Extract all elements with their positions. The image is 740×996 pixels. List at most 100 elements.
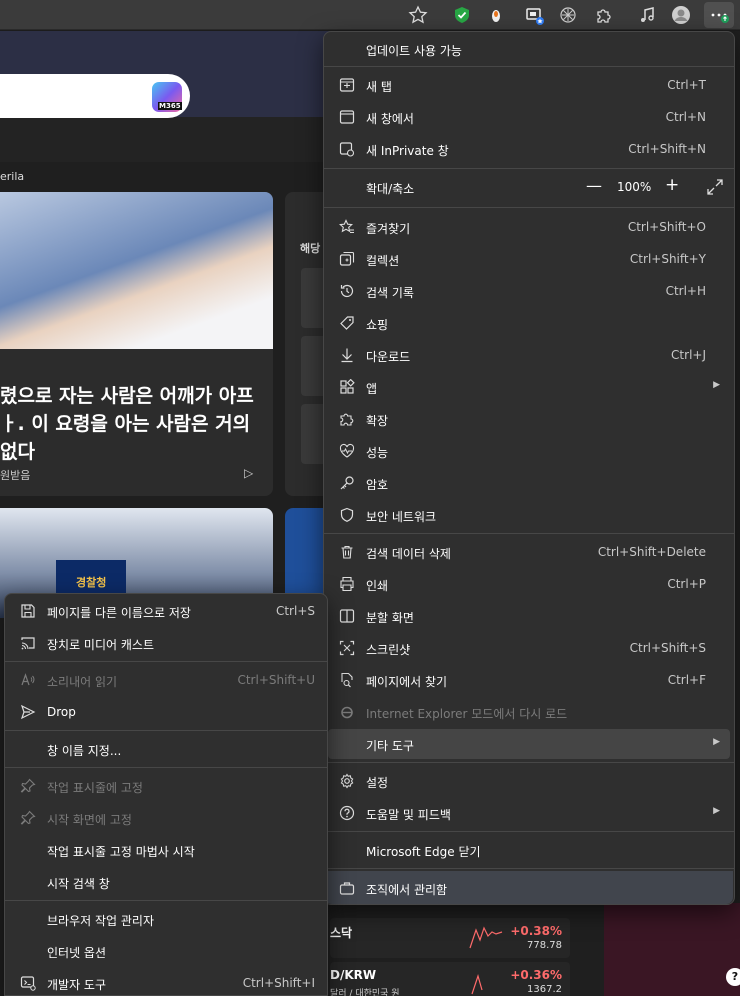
menu-label: 즐겨찾기 <box>366 222 411 236</box>
menu-label: 확장 <box>366 414 389 428</box>
menu-label: Internet Explorer 모드에서 다시 로드 <box>366 707 568 721</box>
side-card-item[interactable] <box>301 404 325 464</box>
menu-label: 암호 <box>366 478 389 492</box>
menu-item-managed[interactable]: 조직에서 관리함 <box>325 871 733 904</box>
screen-share-extension-icon[interactable] <box>522 3 546 27</box>
menu-item-secure-network[interactable]: 보안 네트워크 <box>328 500 730 530</box>
atom-extension-icon[interactable] <box>556 3 580 27</box>
menu-label: 다운로드 <box>366 350 411 364</box>
submenu-item-task-manager[interactable]: 브라우저 작업 관리자 <box>9 904 323 934</box>
menu-separator <box>324 831 734 832</box>
play-icon[interactable]: ▷ <box>244 466 253 480</box>
menu-item-print[interactable]: 인쇄 Ctrl+P <box>328 569 730 599</box>
menu-label: 창 이름 지정... <box>47 744 122 758</box>
submenu-item-read-aloud[interactable]: 소리내어 읽기 Ctrl+Shift+U <box>9 665 323 695</box>
menu-item-new-tab[interactable]: 새 탭 Ctrl+T <box>328 70 730 100</box>
profile-icon[interactable] <box>669 3 693 27</box>
menu-item-split-screen[interactable]: 분할 화면 <box>328 601 730 631</box>
submenu-item-drop[interactable]: Drop <box>9 697 323 727</box>
ie-logo-icon <box>338 703 356 721</box>
menu-item-settings[interactable]: 설정 <box>328 766 730 796</box>
shield-extension-icon[interactable] <box>450 3 474 27</box>
menu-item-history[interactable]: 검색 기록 Ctrl+H <box>328 276 730 306</box>
browser-toolbar <box>0 0 740 30</box>
submenu-item-pin-wizard[interactable]: 작업 표시줄 고정 마법사 시작 <box>9 835 323 865</box>
save-icon <box>19 602 37 620</box>
menu-separator <box>324 168 734 169</box>
stock-row[interactable]: 스닥 +0.38% 778.78 <box>330 918 570 958</box>
menu-label: Drop <box>47 705 76 719</box>
police-badge-text: 경찰청 <box>76 576 107 589</box>
help-icon[interactable]: ? <box>726 968 740 986</box>
menu-item-new-window[interactable]: 새 창에서 Ctrl+N <box>328 102 730 132</box>
screenshot-icon <box>338 639 356 657</box>
menu-item-close-edge[interactable]: Microsoft Edge 닫기 <box>328 835 730 865</box>
puzzle-icon[interactable] <box>592 3 616 27</box>
menu-label: 분할 화면 <box>366 611 414 625</box>
menu-label: 장치로 미디어 캐스트 <box>47 638 154 652</box>
menu-item-collections[interactable]: 컬렉션 Ctrl+Shift+Y <box>328 244 730 274</box>
submenu-item-start-search[interactable]: 시작 검색 창 <box>9 867 323 897</box>
hero-lower <box>0 117 330 162</box>
menu-shortcut: Ctrl+Shift+N <box>628 142 706 156</box>
menu-label: 검색 데이터 삭제 <box>366 547 451 561</box>
menu-separator <box>324 533 734 534</box>
split-screen-icon <box>338 607 356 625</box>
fullscreen-icon[interactable] <box>706 178 724 196</box>
stock-change: +0.38% <box>510 924 562 938</box>
submenu-item-pin-start[interactable]: 시작 화면에 고정 <box>9 803 323 833</box>
menu-item-find[interactable]: 페이지에서 찾기 Ctrl+F <box>328 665 730 695</box>
menu-label: 새 InPrivate 창 <box>366 144 449 158</box>
right-banner <box>604 903 740 996</box>
submenu-item-pin-taskbar[interactable]: 작업 표시줄에 고정 <box>9 771 323 801</box>
zoom-out-button[interactable]: — <box>586 176 602 195</box>
zoom-in-button[interactable]: + <box>665 175 679 195</box>
submenu-item-cast[interactable]: 장치로 미디어 캐스트 <box>9 628 323 658</box>
stock-row[interactable]: D/KRW 달러 / 대한민국 원 +0.36% 1367.2 <box>330 962 570 996</box>
side-card-item[interactable] <box>301 336 325 396</box>
submenu-item-save-as[interactable]: 페이지를 다른 이름으로 저장 Ctrl+S <box>9 596 323 626</box>
menu-item-performance[interactable]: 성능 <box>328 436 730 466</box>
menu-item-new-inprivate[interactable]: 새 InPrivate 창 Ctrl+Shift+N <box>328 134 730 164</box>
menu-item-shopping[interactable]: 쇼핑 <box>328 308 730 338</box>
key-icon <box>338 474 356 492</box>
menu-shortcut: Ctrl+Shift+S <box>629 641 706 655</box>
cat-extension-icon[interactable] <box>484 3 508 27</box>
submenu-item-internet-options[interactable]: 인터넷 옵션 <box>9 936 323 966</box>
menu-item-apps[interactable]: 앱 ▶ <box>328 372 730 402</box>
more-icon[interactable] <box>704 2 734 28</box>
pin-icon <box>19 809 37 827</box>
menu-label: 기타 도구 <box>366 739 414 753</box>
menu-item-passwords[interactable]: 암호 <box>328 468 730 498</box>
menu-item-help[interactable]: 도움말 및 피드백 ▶ <box>328 798 730 828</box>
trash-icon <box>338 543 356 561</box>
copilot-m365-icon[interactable]: M365 <box>152 82 182 112</box>
collections-icon <box>338 250 356 268</box>
menu-item-downloads[interactable]: 다운로드 Ctrl+J <box>328 340 730 370</box>
news-card-image <box>0 192 273 349</box>
menu-item-screenshot[interactable]: 스크린샷 Ctrl+Shift+S <box>328 633 730 663</box>
star-outline-icon[interactable] <box>406 3 430 27</box>
update-available-item[interactable]: 업데이트 사용 가능 <box>328 34 730 64</box>
news-title[interactable]: 렸으로 자는 사람은 어깨가 아프 ㅏ. 이 요령을 아는 사람은 거의 없다 <box>0 382 262 466</box>
menu-shortcut: Ctrl+J <box>671 348 706 362</box>
menu-label: 스크린샷 <box>366 643 411 657</box>
menu-item-extensions[interactable]: 확장 <box>328 404 730 434</box>
side-card-item[interactable] <box>301 268 325 328</box>
send-icon <box>19 703 37 721</box>
menu-item-clear-data[interactable]: 검색 데이터 삭제 Ctrl+Shift+Delete <box>328 537 730 567</box>
menu-separator <box>5 730 327 731</box>
menu-label: Microsoft Edge 닫기 <box>366 845 481 859</box>
submenu-item-name-window[interactable]: 창 이름 지정... <box>9 734 323 764</box>
menu-shortcut: Ctrl+Shift+U <box>237 673 315 687</box>
music-note-icon[interactable] <box>635 3 659 27</box>
menu-shortcut: Ctrl+Shift+Delete <box>597 545 706 559</box>
menu-label: 컬렉션 <box>366 254 400 268</box>
menu-item-favorites[interactable]: 즐겨찾기 Ctrl+Shift+O <box>328 212 730 242</box>
news-source: erila <box>0 170 25 183</box>
menu-item-ie-mode[interactable]: Internet Explorer 모드에서 다시 로드 <box>328 697 730 727</box>
menu-shortcut: Ctrl+P <box>667 577 706 591</box>
cast-icon <box>19 634 37 652</box>
submenu-item-dev-tools[interactable]: 개발자 도구 Ctrl+Shift+I <box>9 968 323 996</box>
menu-item-more-tools[interactable]: 기타 도구 ▶ <box>328 729 730 759</box>
